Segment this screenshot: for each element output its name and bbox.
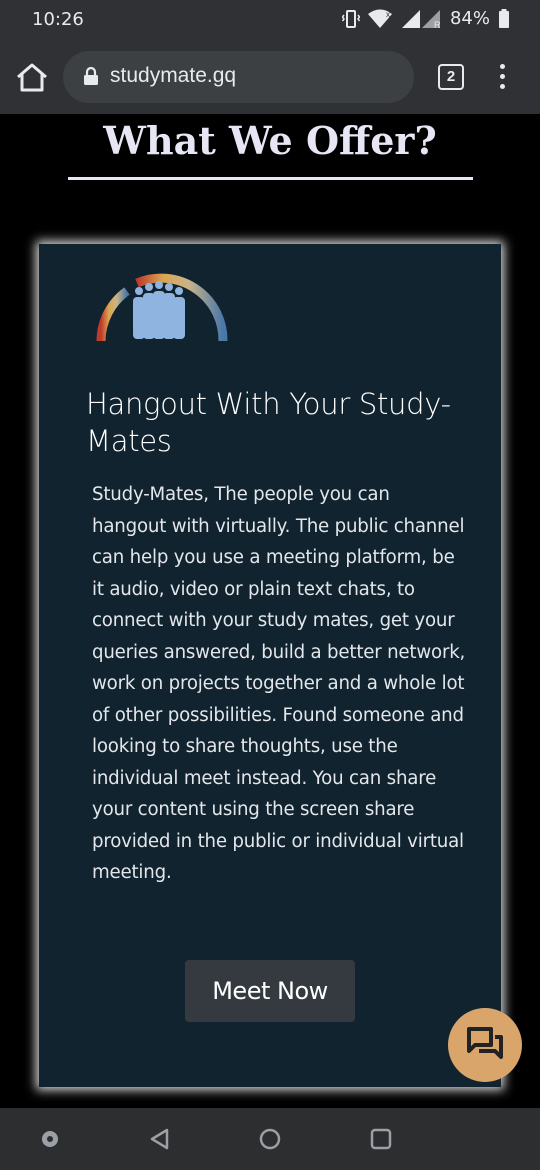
signal-icon: R (401, 9, 441, 29)
title-underline (68, 177, 473, 180)
system-navigation-bar (0, 1108, 540, 1170)
assistant-dot-icon[interactable] (40, 1129, 60, 1149)
study-group-logo (96, 273, 228, 342)
battery-percentage: 84% (449, 8, 490, 29)
svg-text:R: R (434, 20, 441, 29)
browser-toolbar: studymate.gq 2 (0, 40, 540, 114)
status-time: 10:26 (32, 9, 84, 30)
home-circle-icon[interactable] (258, 1127, 282, 1151)
status-icons: x R 84% (341, 8, 510, 29)
chat-icon (467, 1027, 503, 1059)
recents-icon[interactable] (369, 1127, 393, 1151)
meet-now-button[interactable]: Meet Now (185, 960, 355, 1022)
status-bar: 10:26 x R 84% (0, 0, 540, 40)
card-description: Study-Mates, The people you can hangout … (92, 484, 466, 883)
svg-text:x: x (386, 10, 390, 19)
battery-icon (499, 8, 509, 28)
home-icon[interactable] (14, 62, 50, 94)
tabs-icon[interactable]: 2 (438, 64, 464, 90)
more-vert-icon[interactable] (496, 64, 508, 92)
section-title: What We Offer? (103, 118, 437, 163)
chat-button[interactable] (448, 1008, 522, 1082)
offer-card: Hangout With Your Study-Mates Study-Mate… (39, 244, 501, 1087)
vibrate-icon (341, 9, 360, 28)
url-text: studymate.gq (110, 64, 237, 87)
lock-icon (84, 66, 98, 85)
wifi-icon: x (367, 9, 392, 28)
address-bar[interactable]: studymate.gq (63, 51, 414, 103)
back-icon[interactable] (148, 1127, 172, 1151)
card-title: Hangout With Your Study-Mates (86, 387, 451, 458)
